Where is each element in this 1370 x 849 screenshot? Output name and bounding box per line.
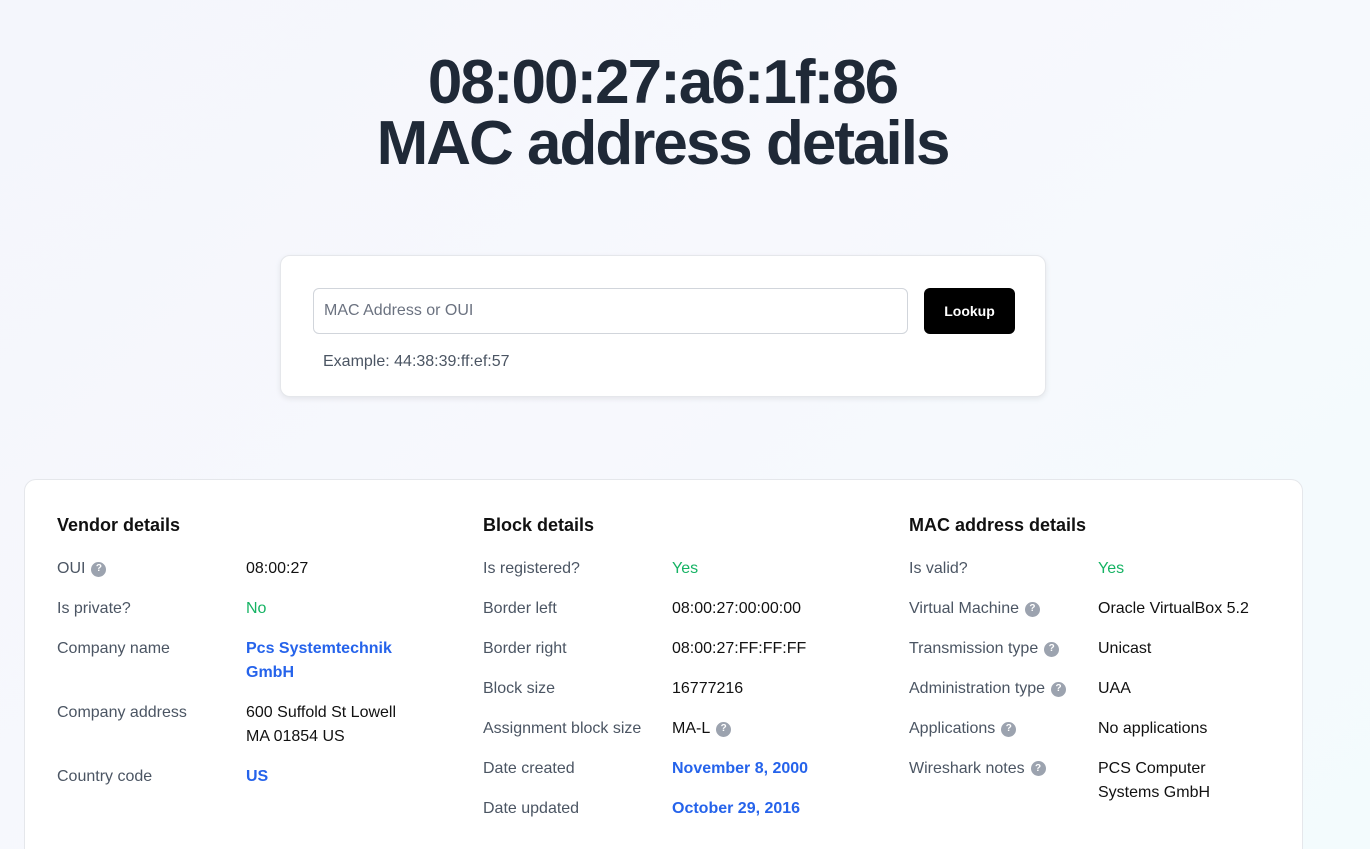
- assignment-label: Assignment block size: [483, 720, 642, 737]
- applications-label: Applications: [909, 720, 996, 737]
- details-card: Vendor details OUI? 08:00:27 Is private?…: [24, 479, 1303, 849]
- updated-label: Date updated: [483, 800, 580, 817]
- oui-value: 08:00:27: [246, 560, 309, 577]
- country-row: Country code US: [57, 765, 437, 805]
- admin-value: UAA: [1098, 680, 1131, 697]
- address-label: Company address: [57, 704, 187, 721]
- oui-label: OUI: [57, 560, 86, 577]
- wireshark-row: Wireshark notes? PCS Computer Systems Gm…: [909, 757, 1289, 821]
- page-title: 08:00:27:a6:1f:86 MAC address details: [0, 48, 1325, 178]
- border-left-row: Border left 08:00:27:00:00:00: [483, 597, 863, 637]
- mac-address-heading: 08:00:27:a6:1f:86: [427, 48, 899, 117]
- page-subtitle: MAC address details: [376, 109, 951, 178]
- border-right-label: Border right: [483, 640, 567, 657]
- help-icon[interactable]: ?: [1044, 641, 1060, 657]
- country-label: Country code: [57, 768, 153, 785]
- admin-label: Administration type: [909, 680, 1046, 697]
- valid-label: Is valid?: [909, 560, 968, 577]
- oui-row: OUI? 08:00:27: [57, 557, 437, 597]
- help-icon[interactable]: ?: [1001, 721, 1017, 737]
- search-card: Lookup Example: 44:38:39:ff:ef:57: [280, 255, 1046, 397]
- created-label: Date created: [483, 760, 575, 777]
- registered-row: Is registered? Yes: [483, 557, 863, 597]
- country-link[interactable]: US: [246, 765, 426, 789]
- mac-details-title: MAC address details: [909, 515, 1087, 535]
- registered-value: Yes: [672, 560, 699, 577]
- private-label: Is private?: [57, 600, 131, 617]
- private-row: Is private? No: [57, 597, 437, 637]
- help-icon[interactable]: ?: [91, 561, 107, 577]
- lookup-button[interactable]: Lookup: [924, 288, 1015, 334]
- valid-value: Yes: [1098, 560, 1125, 577]
- border-right-value: 08:00:27:FF:FF:FF: [672, 640, 807, 657]
- help-icon[interactable]: ?: [1030, 761, 1046, 776]
- vm-label: Virtual Machine: [909, 600, 1019, 617]
- help-icon[interactable]: ?: [1051, 681, 1067, 697]
- assignment-value: MA-L: [672, 720, 711, 737]
- help-icon[interactable]: ?: [1024, 601, 1040, 617]
- created-link[interactable]: November 8, 2000: [672, 757, 808, 781]
- company-label: Company name: [57, 640, 170, 657]
- transmission-row: Transmission type? Unicast: [909, 637, 1289, 677]
- example-hint: Example: 44:38:39:ff:ef:57: [323, 353, 510, 370]
- border-left-value: 08:00:27:00:00:00: [672, 600, 802, 617]
- private-value: No: [246, 600, 267, 617]
- transmission-label: Transmission type: [909, 640, 1039, 657]
- help-icon[interactable]: ?: [716, 721, 732, 737]
- company-row: Company name Pcs Systemtechnik GmbH: [57, 637, 437, 701]
- block-size-row: Block size 16777216: [483, 677, 863, 717]
- applications-row: Applications? No applications: [909, 717, 1289, 757]
- address-row: Company address 600 Suffold St Lowell MA…: [57, 701, 437, 765]
- applications-value: No applications: [1098, 720, 1208, 737]
- block-size-label: Block size: [483, 680, 556, 697]
- transmission-value: Unicast: [1098, 640, 1152, 657]
- mac-details-section: MAC address details Is valid? Yes Virtua…: [909, 515, 1289, 821]
- updated-row: Date updated October 29, 2016: [483, 797, 863, 837]
- admin-row: Administration type? UAA: [909, 677, 1289, 717]
- border-left-label: Border left: [483, 600, 557, 617]
- valid-row: Is valid? Yes: [909, 557, 1289, 597]
- address-value: 600 Suffold St Lowell MA 01854 US: [246, 704, 397, 745]
- company-link[interactable]: Pcs Systemtechnik GmbH: [246, 637, 426, 685]
- vm-value: Oracle VirtualBox 5.2: [1098, 600, 1249, 617]
- registered-label: Is registered?: [483, 560, 580, 577]
- border-right-row: Border right 08:00:27:FF:FF:FF: [483, 637, 863, 677]
- vendor-details-title: Vendor details: [57, 515, 181, 535]
- wireshark-value: PCS Computer Systems GmbH: [1098, 760, 1211, 801]
- mac-search-input[interactable]: [313, 288, 908, 334]
- created-row: Date created November 8, 2000: [483, 757, 863, 797]
- wireshark-label: Wireshark notes: [909, 760, 1025, 777]
- block-size-value: 16777216: [672, 680, 744, 697]
- block-details-title: Block details: [483, 515, 595, 535]
- block-details-section: Block details Is registered? Yes Border …: [483, 515, 863, 837]
- vendor-details-section: Vendor details OUI? 08:00:27 Is private?…: [57, 515, 437, 805]
- updated-link[interactable]: October 29, 2016: [672, 797, 800, 821]
- vm-row: Virtual Machine? Oracle VirtualBox 5.2: [909, 597, 1289, 637]
- assignment-row: Assignment block size MA-L?: [483, 717, 863, 757]
